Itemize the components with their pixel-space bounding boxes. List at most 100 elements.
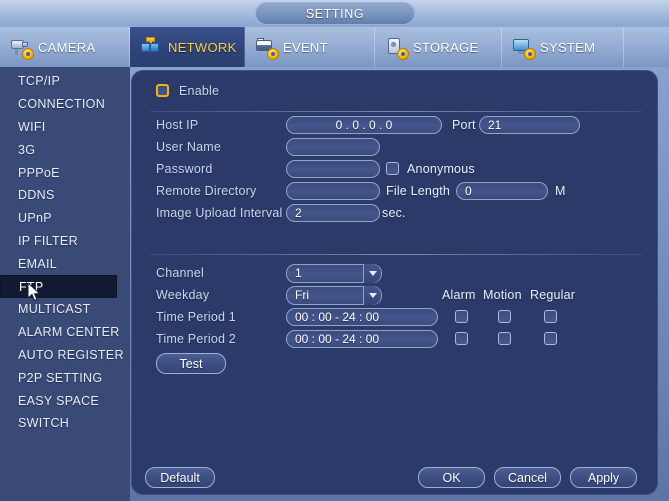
time-period-2-alarm-checkbox[interactable] bbox=[455, 332, 468, 345]
sidebar-item-easy-space[interactable]: EASY SPACE bbox=[0, 389, 130, 412]
time-period-1-regular-checkbox[interactable] bbox=[544, 310, 557, 323]
tab-camera-label: CAMERA bbox=[38, 39, 96, 55]
sidebar-label: AUTO REGISTER bbox=[18, 347, 124, 362]
enable-checkbox[interactable] bbox=[156, 84, 169, 97]
weekday-dropdown[interactable]: Fri bbox=[286, 286, 382, 305]
file-length-unit: M bbox=[555, 184, 566, 198]
sidebar-label: ALARM CENTER bbox=[18, 325, 120, 340]
file-length-label: File Length bbox=[386, 184, 451, 198]
default-button[interactable]: Default bbox=[145, 467, 215, 488]
weekday-value: Fri bbox=[295, 288, 309, 302]
sidebar-label: IP FILTER bbox=[18, 233, 78, 248]
time-period-2-regular-checkbox[interactable] bbox=[544, 332, 557, 345]
port-input[interactable]: 21 bbox=[479, 116, 580, 134]
user-name-input[interactable] bbox=[286, 138, 380, 156]
sidebar-item-3g[interactable]: 3G bbox=[0, 138, 130, 161]
system-icon bbox=[512, 36, 535, 59]
storage-icon bbox=[385, 36, 408, 59]
sidebar-label: MULTICAST bbox=[18, 302, 91, 317]
sidebar-item-p2p-setting[interactable]: P2P SETTING bbox=[0, 366, 130, 389]
event-icon bbox=[255, 36, 278, 59]
tab-network-label: NETWORK bbox=[168, 39, 237, 55]
sidebar-label: SWITCH bbox=[18, 416, 70, 431]
sidebar-label: P2P SETTING bbox=[18, 370, 103, 385]
user-name-label: User Name bbox=[156, 140, 222, 154]
channel-value: 1 bbox=[295, 266, 302, 280]
time-period-2-input[interactable]: 00 : 00 - 24 : 00 bbox=[286, 330, 438, 348]
host-ip-label: Host IP bbox=[156, 118, 199, 132]
tab-event[interactable]: EVENT bbox=[245, 27, 375, 67]
sidebar-label: EASY SPACE bbox=[18, 393, 100, 408]
window-title: SETTING bbox=[255, 2, 415, 25]
mouse-cursor bbox=[28, 283, 41, 302]
title-bar: SETTING bbox=[0, 0, 669, 27]
sidebar-label: EMAIL bbox=[18, 256, 58, 271]
sidebar-label: CONNECTION bbox=[18, 97, 106, 112]
time-period-1-motion-checkbox[interactable] bbox=[498, 310, 511, 323]
tab-storage[interactable]: STORAGE bbox=[375, 27, 502, 67]
time-period-2-motion-checkbox[interactable] bbox=[498, 332, 511, 345]
remote-directory-label: Remote Directory bbox=[156, 184, 257, 198]
image-upload-interval-input[interactable]: 2 bbox=[286, 204, 380, 222]
ok-button[interactable]: OK bbox=[418, 467, 485, 488]
sidebar-label: DDNS bbox=[18, 188, 55, 203]
sidebar-item-auto-register[interactable]: AUTO REGISTER bbox=[0, 344, 130, 367]
sidebar-item-connection[interactable]: CONNECTION bbox=[0, 93, 130, 116]
anonymous-checkbox[interactable] bbox=[386, 162, 399, 175]
sidebar-item-ddns[interactable]: DDNS bbox=[0, 184, 130, 207]
chevron-down-icon[interactable] bbox=[363, 264, 381, 283]
sidebar: TCP/IP CONNECTION WIFI 3G PPPoE DDNS UPn… bbox=[0, 67, 130, 501]
sidebar-item-tcpip[interactable]: TCP/IP bbox=[0, 70, 130, 93]
divider-top bbox=[150, 111, 642, 112]
password-label: Password bbox=[156, 162, 213, 176]
tab-system-label: SYSTEM bbox=[540, 39, 596, 55]
channel-label: Channel bbox=[156, 266, 204, 280]
camera-icon bbox=[10, 36, 33, 59]
tab-storage-label: STORAGE bbox=[413, 39, 479, 55]
sidebar-label: 3G bbox=[18, 142, 36, 157]
column-header-motion: Motion bbox=[483, 288, 522, 302]
host-ip-input[interactable]: 0 . 0 . 0 . 0 bbox=[286, 116, 442, 134]
weekday-label: Weekday bbox=[156, 288, 210, 302]
chevron-down-icon[interactable] bbox=[363, 286, 381, 305]
network-icon bbox=[140, 36, 162, 58]
sidebar-label: UPnP bbox=[18, 211, 52, 226]
channel-dropdown[interactable]: 1 bbox=[286, 264, 382, 283]
column-header-regular: Regular bbox=[530, 288, 576, 302]
ftp-settings-panel: Enable Host IP 0 . 0 . 0 . 0 Port 21 Use… bbox=[131, 70, 658, 495]
time-period-1-input[interactable]: 00 : 00 - 24 : 00 bbox=[286, 308, 438, 326]
sidebar-label: TCP/IP bbox=[18, 74, 61, 89]
file-length-input[interactable]: 0 bbox=[456, 182, 548, 200]
column-header-alarm: Alarm bbox=[442, 288, 476, 302]
sidebar-item-ip-filter[interactable]: IP FILTER bbox=[0, 230, 130, 253]
tab-system[interactable]: SYSTEM bbox=[502, 27, 624, 67]
sidebar-item-wifi[interactable]: WIFI bbox=[0, 116, 130, 139]
sidebar-item-alarm-center[interactable]: ALARM CENTER bbox=[0, 321, 130, 344]
time-period-1-label: Time Period 1 bbox=[156, 310, 236, 324]
sidebar-item-pppoe[interactable]: PPPoE bbox=[0, 161, 130, 184]
image-upload-interval-unit: sec. bbox=[382, 206, 406, 220]
test-button[interactable]: Test bbox=[156, 353, 226, 374]
sidebar-item-ftp[interactable]: FTP bbox=[0, 275, 117, 298]
setting-window: SETTING CAMERA NETWORK EVENT STORAGE SYS… bbox=[0, 0, 669, 501]
enable-label: Enable bbox=[179, 84, 220, 98]
sidebar-item-upnp[interactable]: UPnP bbox=[0, 207, 130, 230]
password-input[interactable] bbox=[286, 160, 380, 178]
divider-middle bbox=[150, 254, 642, 255]
tab-event-label: EVENT bbox=[283, 39, 328, 55]
tab-camera[interactable]: CAMERA bbox=[0, 27, 130, 67]
cancel-button[interactable]: Cancel bbox=[494, 467, 561, 488]
apply-button[interactable]: Apply bbox=[570, 467, 637, 488]
tab-bar: CAMERA NETWORK EVENT STORAGE SYSTEM bbox=[0, 27, 669, 67]
port-label: Port bbox=[452, 118, 476, 132]
sidebar-item-email[interactable]: EMAIL bbox=[0, 252, 130, 275]
sidebar-item-switch[interactable]: SWITCH bbox=[0, 412, 130, 435]
image-upload-interval-label: Image Upload Interval bbox=[156, 206, 283, 220]
sidebar-label: PPPoE bbox=[18, 165, 60, 180]
time-period-1-alarm-checkbox[interactable] bbox=[455, 310, 468, 323]
time-period-2-label: Time Period 2 bbox=[156, 332, 236, 346]
tab-network[interactable]: NETWORK bbox=[130, 27, 245, 67]
remote-directory-input[interactable] bbox=[286, 182, 380, 200]
sidebar-label: WIFI bbox=[18, 119, 46, 134]
sidebar-item-multicast[interactable]: MULTICAST bbox=[0, 298, 130, 321]
